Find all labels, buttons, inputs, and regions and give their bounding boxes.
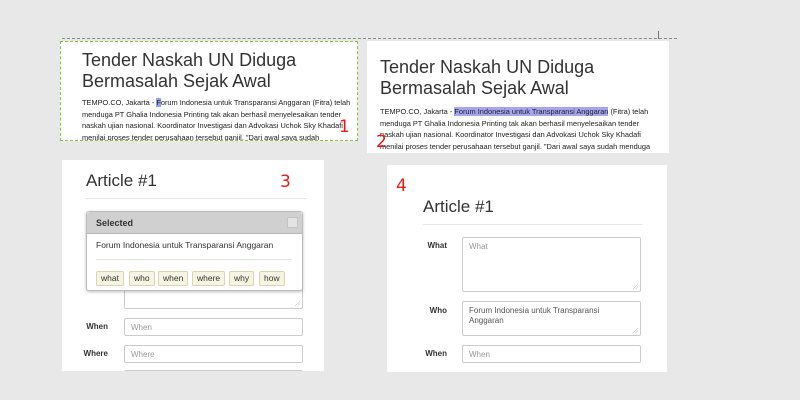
tag-how-button[interactable]: how: [259, 271, 285, 286]
when-label: When: [86, 322, 108, 331]
form-title: Article #1: [423, 197, 494, 216]
step-number-2: 2: [376, 132, 387, 152]
tag-who-button[interactable]: who: [129, 271, 155, 286]
article-panel-step1: Tender Naskah UN Diduga Bermasalah Sejak …: [60, 41, 358, 141]
article-panel-step2: Tender Naskah UN Diduga Bermasalah Sejak …: [367, 41, 669, 153]
step-number-3: 3: [280, 172, 291, 192]
selected-popup: Selected Forum Indonesia untuk Transpara…: [86, 211, 303, 291]
close-icon[interactable]: [287, 217, 298, 228]
who-label: Who: [429, 306, 447, 315]
guide-tick: [658, 31, 659, 39]
form-panel-step4: Article #1 What What Who Forum Indonesia…: [387, 165, 667, 372]
who-field[interactable]: Forum Indonesia untuk Transparansi Angga…: [462, 301, 641, 336]
next-field[interactable]: [124, 370, 303, 371]
guide-line: [62, 38, 677, 39]
article-title: Tender Naskah UN Diduga Bermasalah Sejak …: [82, 50, 297, 91]
title-divider: [86, 198, 306, 199]
title-divider: [423, 224, 643, 225]
popup-title: Selected: [96, 218, 134, 228]
what-label: What: [427, 241, 447, 250]
step-number-1: 1: [339, 117, 350, 137]
when-field[interactable]: When: [124, 318, 303, 336]
where-label: Where: [83, 349, 108, 358]
text-selection: Forum Indonesia untuk Transparansi Angga…: [454, 107, 609, 116]
tag-where-button[interactable]: where: [192, 271, 226, 286]
article-body[interactable]: TEMPO.CO, Jakarta - Forum Indonesia untu…: [82, 97, 352, 140]
resize-handle[interactable]: [633, 328, 638, 333]
selected-text: Forum Indonesia untuk Transparansi Angga…: [96, 240, 274, 250]
what-field[interactable]: What: [462, 237, 641, 292]
form-title: Article #1: [86, 171, 157, 190]
when-label: When: [425, 349, 447, 358]
tag-when-button[interactable]: when: [158, 271, 189, 286]
article-body[interactable]: TEMPO.CO, Jakarta - Forum Indonesia untu…: [380, 106, 656, 153]
resize-handle[interactable]: [633, 284, 638, 289]
popup-header: Selected: [87, 212, 302, 234]
popup-divider: [96, 259, 292, 260]
when-field[interactable]: When: [462, 345, 641, 363]
tag-what-button[interactable]: what: [96, 271, 124, 286]
tag-why-button[interactable]: why: [229, 271, 255, 286]
where-field[interactable]: Where: [124, 345, 303, 363]
resize-handle[interactable]: [295, 301, 300, 306]
article-title: Tender Naskah UN Diduga Bermasalah Sejak …: [380, 57, 595, 98]
step-number-4: 4: [396, 176, 407, 196]
